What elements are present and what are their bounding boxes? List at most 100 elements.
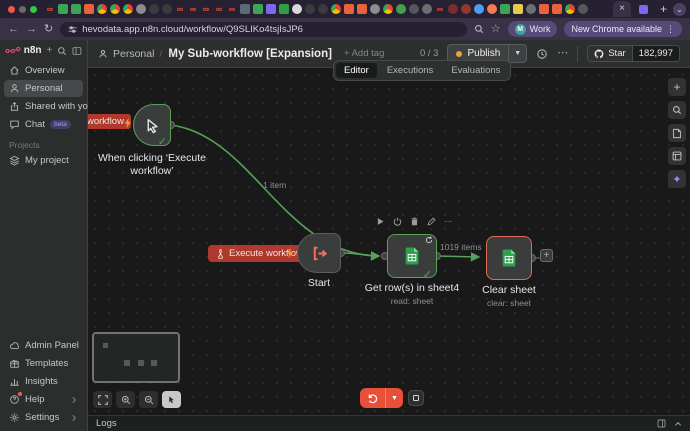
tab-favicon[interactable]: ∞ <box>435 4 445 14</box>
close-window-button[interactable] <box>8 5 15 13</box>
node-get-rows[interactable]: ✓ <box>387 234 437 281</box>
tab-evaluations[interactable]: Evaluations <box>443 63 508 78</box>
tab-favicon[interactable] <box>84 4 94 14</box>
tab-favicon[interactable]: ∞ <box>45 4 55 14</box>
rerun-workflow-button[interactable]: ▼ <box>360 388 403 408</box>
sticky-note-button[interactable] <box>668 124 686 142</box>
tab-favicon[interactable] <box>500 4 510 14</box>
more-menu-icon[interactable]: ⋯ <box>557 48 568 59</box>
tab-favicon[interactable] <box>123 4 133 14</box>
tab-favicon[interactable] <box>357 4 367 14</box>
sidebar-item-overview[interactable]: Overview <box>4 62 83 79</box>
rerun-icon[interactable] <box>360 388 385 408</box>
tab-favicon[interactable] <box>266 4 276 14</box>
tab-favicon[interactable] <box>539 4 549 14</box>
search-nodes-button[interactable] <box>668 101 686 119</box>
tab-favicon[interactable] <box>578 4 588 14</box>
breadcrumb-project[interactable]: Personal <box>113 48 154 60</box>
sidebar-item-personal[interactable]: Personal <box>4 80 83 97</box>
tab-favicon[interactable] <box>331 4 341 14</box>
tab-favicon[interactable] <box>136 4 146 14</box>
tab-favicon[interactable] <box>58 4 68 14</box>
sub-execution-icon[interactable] <box>425 236 433 244</box>
profile-button[interactable]: M Work <box>507 21 558 37</box>
close-tab-icon[interactable]: × <box>619 4 625 14</box>
traffic-lights[interactable] <box>8 5 37 13</box>
tab-favicon[interactable]: ∞ <box>214 4 224 14</box>
add-tag-button[interactable]: + Add tag <box>344 48 384 59</box>
tab-favicon[interactable] <box>110 4 120 14</box>
tab-favicon[interactable] <box>253 4 263 14</box>
node-manual-trigger[interactable]: ✓ <box>133 104 171 148</box>
tab-favicon[interactable] <box>318 4 328 14</box>
search-icon[interactable] <box>474 24 484 34</box>
browser-tab[interactable] <box>633 1 654 17</box>
execute-workflow-button[interactable]: Execute workflow <box>208 245 311 262</box>
tab-favicon[interactable] <box>162 4 172 14</box>
search-icon[interactable] <box>57 46 67 56</box>
sidebar-item-chat[interactable]: Chat beta <box>4 116 83 133</box>
zoom-to-fit-button[interactable] <box>93 391 112 408</box>
add-workflow-icon[interactable]: + <box>47 45 53 56</box>
tab-favicon[interactable] <box>448 4 458 14</box>
tab-favicon[interactable] <box>344 4 354 14</box>
tab-favicon[interactable] <box>292 4 302 14</box>
workflow-canvas[interactable]: workflow ✓ When clicking ‘Execute workfl… <box>88 68 690 415</box>
tab-favicon[interactable] <box>149 4 159 14</box>
ai-assistant-button[interactable]: ✦ <box>668 170 686 188</box>
tab-favicon[interactable] <box>565 4 575 14</box>
publish-chevron-icon[interactable]: ▼ <box>508 45 526 62</box>
site-settings-icon[interactable] <box>68 25 77 34</box>
tab-favicon[interactable] <box>71 4 81 14</box>
tab-editor[interactable]: Editor <box>336 63 377 78</box>
minimize-window-button[interactable] <box>19 5 26 13</box>
tab-favicon[interactable]: ∞ <box>175 4 185 14</box>
tab-favicon[interactable] <box>279 4 289 14</box>
back-icon[interactable]: ← <box>8 23 19 35</box>
address-bar[interactable]: hevodata.app.n8n.cloud/workflow/Q9SLIKo4… <box>60 21 467 37</box>
power-icon[interactable] <box>393 217 402 226</box>
more-options-icon[interactable]: ⋯ <box>444 217 452 226</box>
chevron-up-icon[interactable] <box>674 420 682 428</box>
open-panel-icon[interactable] <box>657 419 666 428</box>
kebab-menu-icon[interactable]: ⋮ <box>666 24 675 35</box>
history-icon[interactable] <box>536 48 548 60</box>
chrome-update-button[interactable]: New Chrome available ⋮ <box>564 21 682 37</box>
tab-favicon[interactable] <box>305 4 315 14</box>
active-tab[interactable]: × <box>613 1 631 17</box>
tab-favicon[interactable] <box>383 4 393 14</box>
tab-favicon[interactable] <box>409 4 419 14</box>
add-node-plus-button[interactable]: + <box>540 249 553 262</box>
tab-executions[interactable]: Executions <box>379 63 441 78</box>
rerun-chevron-icon[interactable]: ▼ <box>385 388 403 408</box>
sidebar-item-admin-panel[interactable]: Admin Panel <box>4 337 83 354</box>
sidebar-project-my-project[interactable]: My project <box>4 152 83 169</box>
trash-icon[interactable] <box>410 217 419 226</box>
node-clear-sheet[interactable] <box>486 236 532 280</box>
tab-favicon[interactable] <box>487 4 497 14</box>
tab-favicon[interactable]: ∞ <box>227 4 237 14</box>
reload-icon[interactable]: ↻ <box>44 23 53 35</box>
sidebar-item-settings[interactable]: Settings <box>4 409 83 426</box>
sidebar-item-insights[interactable]: Insights <box>4 373 83 390</box>
tab-favicon[interactable] <box>513 4 523 14</box>
tab-search-chevron-icon[interactable]: ⌄ <box>673 2 686 16</box>
sidebar-item-templates[interactable]: Templates <box>4 355 83 372</box>
stop-execution-button[interactable] <box>408 390 424 406</box>
collapse-sidebar-icon[interactable] <box>72 46 82 56</box>
maximize-window-button[interactable] <box>30 5 37 13</box>
tab-favicon[interactable]: ∞ <box>188 4 198 14</box>
node-start[interactable] <box>297 233 341 273</box>
forward-icon[interactable]: → <box>26 23 37 35</box>
tab-favicon[interactable] <box>461 4 471 14</box>
github-star-widget[interactable]: Star 182,997 <box>587 45 680 62</box>
edit-icon[interactable] <box>427 217 436 226</box>
tab-favicon[interactable] <box>97 4 107 14</box>
new-tab-button[interactable]: + <box>660 2 667 16</box>
zoom-in-button[interactable] <box>116 391 135 408</box>
workflow-title[interactable]: My Sub-workflow [Expansion] <box>168 48 332 60</box>
tab-favicon[interactable] <box>370 4 380 14</box>
tab-favicon[interactable] <box>396 4 406 14</box>
minimap[interactable] <box>92 332 180 383</box>
templates-panel-button[interactable] <box>668 147 686 165</box>
